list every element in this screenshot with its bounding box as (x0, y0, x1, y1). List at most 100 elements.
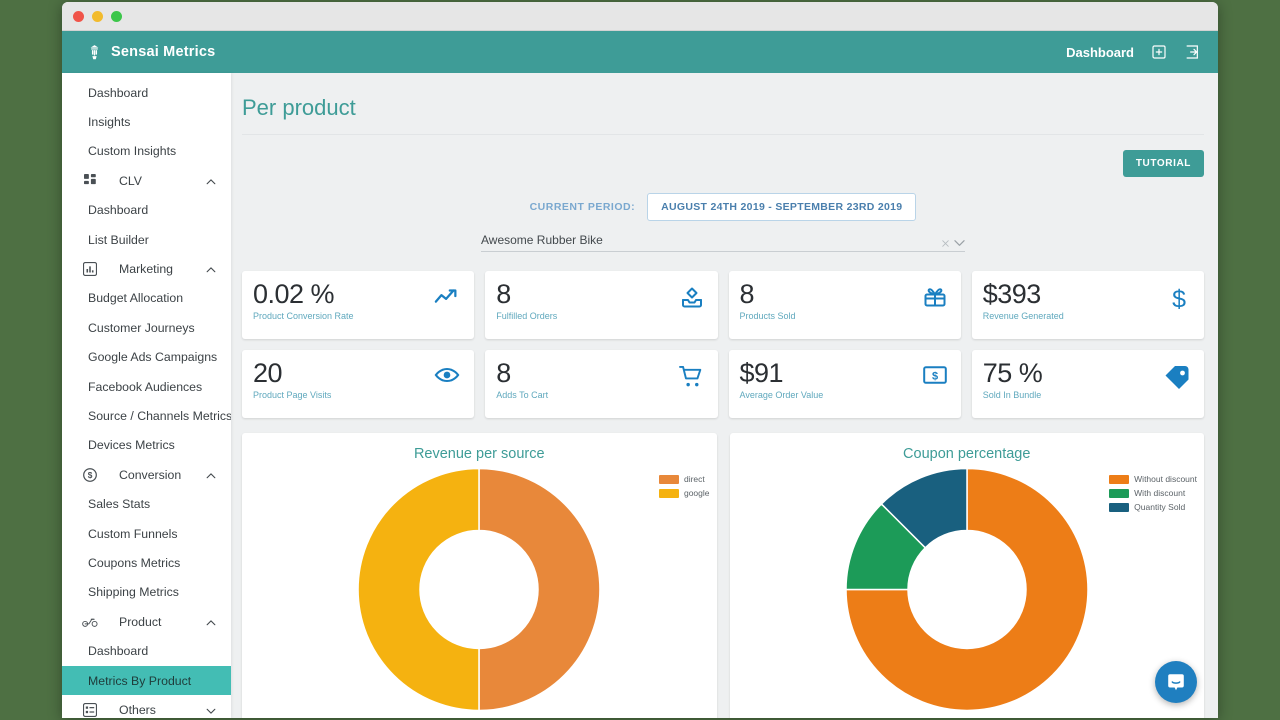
sidebar-item-google-ads-campaigns[interactable]: Google Ads Campaigns (62, 343, 231, 372)
sidebar-item-custom-funnels[interactable]: Custom Funnels (62, 519, 231, 548)
bike-icon (82, 614, 98, 630)
app-header: Sensai Metrics Dashboard (62, 31, 1218, 73)
kpi-label: Fulfilled Orders (496, 311, 558, 322)
sidebar-group-label: Others (119, 702, 156, 717)
kpi-grid: 0.02 % Product Conversion Rate 8 Fulfilled … (242, 252, 1204, 418)
sidebar-group-label: CLV (119, 173, 143, 188)
app-body: Dashboard Insights Custom Insights CLV Dashb… (62, 73, 1218, 718)
kpi-value: 8 (739, 279, 755, 309)
sidebar-item-sales-stats[interactable]: Sales Stats (62, 489, 231, 518)
chevron-up-icon[interactable] (205, 175, 217, 187)
sidebar-group-clv[interactable]: CLV (62, 166, 231, 195)
window-titlebar (62, 2, 1218, 31)
kpi-label: Products Sold (739, 311, 796, 322)
sidebar-item-dashboard[interactable]: Dashboard (62, 78, 231, 107)
kpi-value: 8 (496, 358, 511, 388)
chart-legend: Without discount With discount Quantity So… (1109, 474, 1197, 512)
kpi-text: $91 Average Order Value (740, 359, 824, 401)
grid-icon (82, 173, 98, 189)
tutorial-button[interactable]: TUTORIAL (1122, 150, 1204, 177)
product-select-value: Awesome Rubber Bike (481, 233, 603, 247)
period-selector-row: CURRENT PERIOD: AUGUST 24TH 2019 - SEPTE… (242, 177, 1204, 221)
select-arrows (942, 239, 965, 247)
header-dashboard-link[interactable]: Dashboard (1066, 45, 1134, 60)
product-select[interactable]: Awesome Rubber Bike (481, 233, 965, 252)
legend-label: Without discount (1134, 474, 1197, 484)
chart-card-revenue-per-source: Revenue per source direct google (242, 433, 717, 718)
minimize-window-button[interactable] (92, 10, 103, 22)
kpi-card-average-order-value: $91 Average Order Value $ (728, 350, 961, 418)
sidebar-item-shipping-metrics[interactable]: Shipping Metrics (62, 578, 231, 607)
sidebar-item-coupons-metrics[interactable]: Coupons Metrics (62, 548, 231, 577)
maximize-window-button[interactable] (111, 10, 122, 22)
trending-up-icon (434, 286, 460, 313)
screen-root: Sensai Metrics Dashboard Dashboard Insig… (0, 0, 1280, 720)
sidebar-item-dashboard[interactable]: Dashboard (62, 196, 231, 225)
chart-legend: direct google (658, 474, 710, 498)
legend-item[interactable]: google (658, 488, 710, 498)
legend-item[interactable]: direct (658, 474, 710, 484)
kpi-card-revenue-generated: $393 Revenue Generated $ (971, 271, 1204, 339)
sidebar-item-metrics-by-product[interactable]: Metrics By Product (62, 665, 231, 696)
browser-window: Sensai Metrics Dashboard Dashboard Insig… (62, 2, 1218, 718)
legend-item[interactable]: Quantity Sold (1109, 502, 1197, 512)
kpi-value: 0.02 % (253, 279, 335, 309)
sidebar-item-custom-insights[interactable]: Custom Insights (62, 137, 231, 166)
sidebar-group-label: Product (119, 614, 162, 629)
sidebar-group-conversion[interactable]: $ Conversion (62, 460, 231, 489)
gear-icon[interactable] (1151, 44, 1167, 60)
intercom-chat-button[interactable] (1155, 661, 1197, 703)
legend-label: Quantity Sold (1134, 502, 1186, 512)
logout-icon[interactable] (1184, 44, 1200, 60)
kpi-value: 8 (496, 279, 511, 309)
kpi-label: Revenue Generated (982, 311, 1064, 322)
kpi-label: Product Conversion Rate (253, 311, 354, 322)
bar-chart-icon (82, 261, 98, 277)
chevron-up-icon[interactable] (205, 263, 217, 275)
sidebar-item-source-channels-metrics[interactable]: Source / Channels Metrics (62, 401, 231, 430)
legend-swatch (1109, 474, 1130, 484)
sidebar-group-product[interactable]: Product (62, 607, 231, 636)
legend-item[interactable]: Without discount (1109, 474, 1197, 484)
sidebar-item-insights[interactable]: Insights (62, 107, 231, 136)
charts-row: Revenue per source direct google Coupon per… (242, 418, 1204, 718)
intercom-chat-icon (1168, 674, 1184, 691)
sidebar-group-marketing[interactable]: Marketing (62, 254, 231, 283)
legend-label: direct (683, 474, 705, 484)
legend-item[interactable]: With discount (1109, 488, 1197, 498)
header-actions: Dashboard (1066, 44, 1200, 60)
sidebar-group-others[interactable]: Others (62, 695, 231, 718)
kpi-card-product-page-visits: 20 Product Page Visits (242, 350, 475, 418)
sidebar-item-budget-allocation[interactable]: Budget Allocation (62, 284, 231, 313)
kpi-text: 8 Adds To Cart (496, 358, 548, 401)
svg-text:$: $ (932, 371, 938, 383)
period-range-button[interactable]: AUGUST 24TH 2019 - SEPTEMBER 23RD 2019 (647, 193, 917, 221)
chevron-up-icon[interactable] (205, 469, 217, 481)
legend-swatch (1109, 488, 1130, 498)
donut-chart[interactable] (844, 467, 1089, 717)
kpi-value: $393 (982, 279, 1042, 309)
chart-card-coupon-percentage: Coupon percentage Without discount With di… (729, 433, 1204, 718)
kpi-label: Sold In Bundle (982, 390, 1042, 401)
kpi-card-products-sold: 8 Products Sold (728, 271, 961, 339)
period-label: CURRENT PERIOD: (529, 201, 636, 213)
sidebar-item-facebook-audiences[interactable]: Facebook Audiences (62, 372, 231, 401)
donut-chart[interactable] (357, 467, 602, 717)
close-window-button[interactable] (73, 10, 84, 22)
page-title: Per product (242, 73, 1204, 135)
kpi-card-fulfilled-orders: 8 Fulfilled Orders (485, 271, 718, 339)
brand-logo[interactable]: Sensai Metrics (86, 44, 215, 61)
kpi-text: $393 Revenue Generated (982, 279, 1064, 322)
sidebar-item-devices-metrics[interactable]: Devices Metrics (62, 431, 231, 460)
list-icon (82, 702, 98, 718)
sidebar-item-list-builder[interactable]: List Builder (62, 225, 231, 254)
clear-icon (942, 239, 949, 247)
chevron-down-icon[interactable] (205, 704, 217, 716)
sidebar-item-dashboard[interactable]: Dashboard (62, 636, 231, 665)
eye-icon (434, 365, 460, 390)
inbox-icon (680, 286, 704, 315)
sidebar-item-customer-journeys[interactable]: Customer Journeys (62, 313, 231, 342)
tag-icon (1164, 365, 1190, 394)
kpi-text: 0.02 % Product Conversion Rate (253, 279, 354, 322)
chevron-up-icon[interactable] (205, 616, 217, 628)
